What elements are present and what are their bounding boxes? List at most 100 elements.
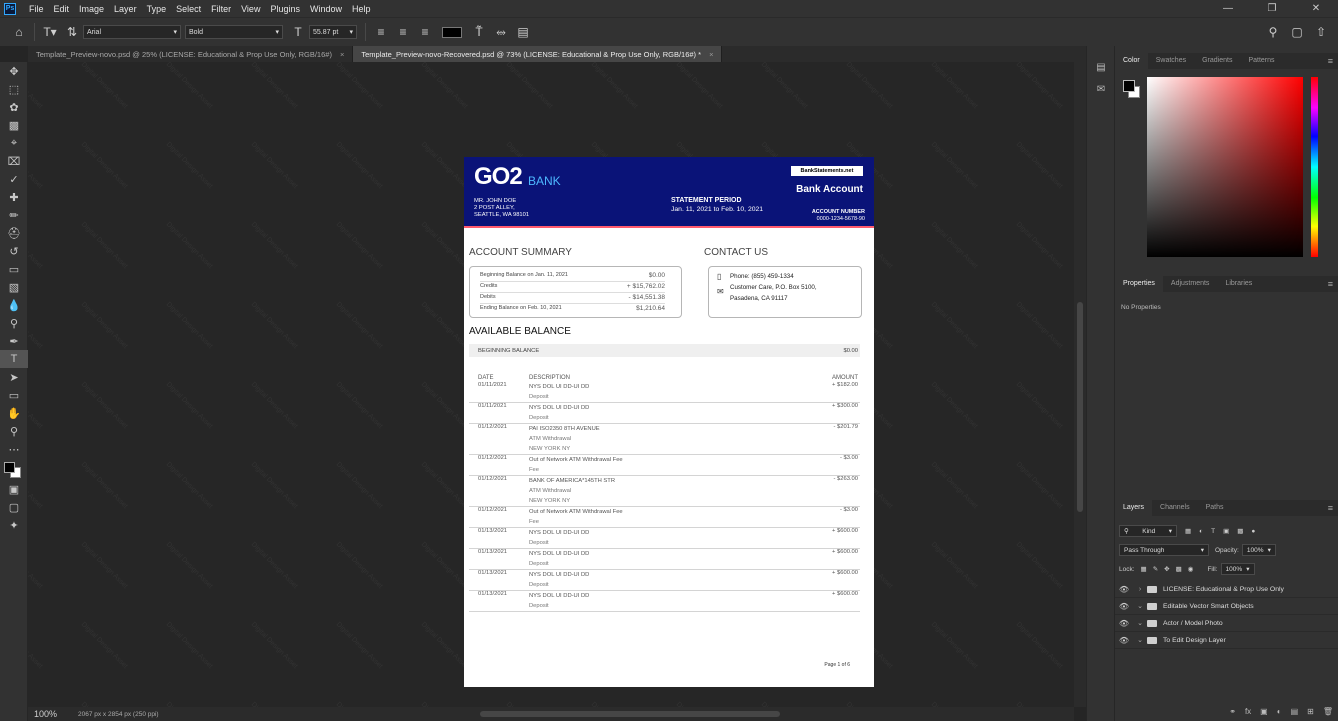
document-info[interactable]: 2067 px x 2854 px (250 ppi) [62,711,159,718]
type-tool-preset-icon[interactable]: T▾ [39,22,61,42]
chevron-down-icon[interactable]: ⌄ [1135,619,1145,627]
new-layer-icon[interactable]: ⊞ [1307,707,1314,716]
new-group-icon[interactable]: ▤ [1291,707,1299,716]
tab-libraries[interactable]: Libraries [1217,276,1260,292]
adjustment-layer-icon[interactable]: ◐ [1277,707,1282,716]
layer-row[interactable]: 👁 › LICENSE: Educational & Prop Use Only [1115,581,1338,598]
tab-patterns[interactable]: Patterns [1240,53,1282,69]
panel-menu-icon[interactable]: ≡ [1328,503,1333,513]
warp-text-icon[interactable]: T̃ [468,22,490,42]
lock-transparent-icon[interactable]: ▦ [1141,565,1147,573]
tab-swatches[interactable]: Swatches [1148,53,1194,69]
dodge-tool-icon[interactable]: ⚲ [0,314,28,332]
chevron-down-icon[interactable]: ⌄ [1135,636,1145,644]
align-center-icon[interactable]: ≡ [392,22,414,42]
photoshop-logo-icon[interactable]: Ps [4,2,16,15]
3d-text-icon[interactable]: ⥈ [490,22,512,42]
lasso-tool-icon[interactable]: ✿ [0,98,28,116]
move-tool-icon[interactable]: ✥ [0,62,28,80]
type-tool-icon[interactable]: T [0,350,28,368]
menu-plugins[interactable]: Plugins [265,4,305,14]
align-right-icon[interactable]: ≡ [414,22,436,42]
object-selection-tool-icon[interactable]: ▩ [0,116,28,134]
opacity-input[interactable]: 100% ▾ [1241,544,1276,556]
quick-mask-icon[interactable]: ▣ [0,480,28,498]
frame-tool-icon[interactable]: ⌧ [0,152,28,170]
horizontal-scrollbar[interactable] [200,707,1074,721]
pixel-layer-filter-icon[interactable]: ▦ [1185,527,1191,535]
blend-mode-select[interactable]: Pass Through ▾ [1119,544,1209,556]
share-icon[interactable]: ⇧ [1310,22,1332,42]
vertical-scrollbar[interactable] [1074,62,1086,707]
tab-template-preview[interactable]: Template_Preview-novo.psd @ 25% (LICENSE… [28,46,354,62]
hue-slider[interactable] [1311,77,1318,257]
screen-mode-icon[interactable]: ▢ [0,498,28,516]
foreground-color-swatch[interactable] [4,462,15,473]
fill-input[interactable]: 100% ▾ [1220,563,1255,575]
crop-tool-icon[interactable]: ⌖ [0,134,28,152]
visibility-eye-icon[interactable]: 👁 [1117,585,1131,594]
menu-image[interactable]: Image [74,4,109,14]
eraser-tool-icon[interactable]: ▭ [0,260,28,278]
tab-gradients[interactable]: Gradients [1194,53,1240,69]
layer-row[interactable]: 👁 ⌄ Actor / Model Photo [1115,615,1338,632]
layer-style-icon[interactable]: fx [1245,707,1251,716]
history-panel-icon[interactable]: ▤ [1087,56,1115,78]
menu-view[interactable]: View [236,4,265,14]
font-style-select[interactable]: Bold ▾ [185,25,283,39]
tab-channels[interactable]: Channels [1152,500,1198,516]
tab-color[interactable]: Color [1115,53,1148,69]
workspace-icon[interactable]: ▢ [1286,22,1308,42]
comments-panel-icon[interactable]: ✉ [1087,78,1115,100]
align-left-icon[interactable]: ≡ [370,22,392,42]
visibility-eye-icon[interactable]: 👁 [1117,602,1131,611]
toggle-text-orientation-icon[interactable]: ⇅ [61,22,83,42]
shape-layer-filter-icon[interactable]: ▣ [1223,527,1229,535]
layer-row[interactable]: 👁 ⌄ To Edit Design Layer [1115,632,1338,649]
visibility-eye-icon[interactable]: 👁 [1117,636,1131,645]
search-icon[interactable]: ⚲ [1262,22,1284,42]
character-panel-icon[interactable]: ▤ [512,22,534,42]
menu-select[interactable]: Select [171,4,206,14]
font-family-select[interactable]: Arial ▾ [83,25,181,39]
panel-menu-icon[interactable]: ≡ [1328,56,1333,66]
gradient-tool-icon[interactable]: ▧ [0,278,28,296]
chevron-right-icon[interactable]: › [1135,586,1145,593]
lock-artboard-icon[interactable]: ▩ [1176,565,1182,573]
lock-all-icon[interactable]: ◉ [1188,565,1194,573]
more-tools-icon[interactable]: ⋯ [0,440,28,458]
menu-help[interactable]: Help [347,4,376,14]
foreground-color-swatch[interactable] [1123,80,1135,92]
hand-tool-icon[interactable]: ✋ [0,404,28,422]
layer-mask-icon[interactable]: ▣ [1260,707,1268,716]
marquee-tool-icon[interactable]: ⬚ [0,80,28,98]
clone-stamp-tool-icon[interactable]: ⛑ [0,224,28,242]
layer-kind-filter[interactable]: ⚲ Kind ▾ [1119,525,1177,537]
tab-template-preview-recovered[interactable]: Template_Preview-novo-Recovered.psd @ 73… [353,46,723,62]
scroll-thumb[interactable] [1077,302,1083,512]
tab-adjustments[interactable]: Adjustments [1163,276,1218,292]
panel-menu-icon[interactable]: ≡ [1328,279,1333,289]
eyedropper-tool-icon[interactable]: ✓ [0,170,28,188]
restore-icon[interactable]: ❐ [1250,0,1294,17]
adjustment-layer-filter-icon[interactable]: ◐ [1199,528,1203,535]
menu-type[interactable]: Type [142,4,172,14]
pen-tool-icon[interactable]: ✒ [0,332,28,350]
tab-layers[interactable]: Layers [1115,500,1153,516]
text-color-swatch[interactable] [442,26,462,38]
smart-object-filter-icon[interactable]: ▩ [1237,527,1243,535]
menu-file[interactable]: File [24,4,49,14]
link-layers-icon[interactable]: ⚭ [1229,707,1236,716]
close-icon[interactable]: ✕ [1294,0,1338,17]
layer-row[interactable]: 👁 ⌄ Editable Vector Smart Objects [1115,598,1338,615]
brush-tool-icon[interactable]: ✏ [0,206,28,224]
menu-filter[interactable]: Filter [206,4,236,14]
lock-position-icon[interactable]: ✥ [1164,565,1169,573]
menu-window[interactable]: Window [305,4,347,14]
lock-pixels-icon[interactable]: ✎ [1153,565,1158,573]
scroll-thumb[interactable] [480,711,780,717]
zoom-tool-icon[interactable]: ⚲ [0,422,28,440]
delete-layer-icon[interactable]: 🗑 [1323,707,1333,716]
filter-toggle-icon[interactable]: ● [1251,528,1255,535]
rectangle-tool-icon[interactable]: ▭ [0,386,28,404]
